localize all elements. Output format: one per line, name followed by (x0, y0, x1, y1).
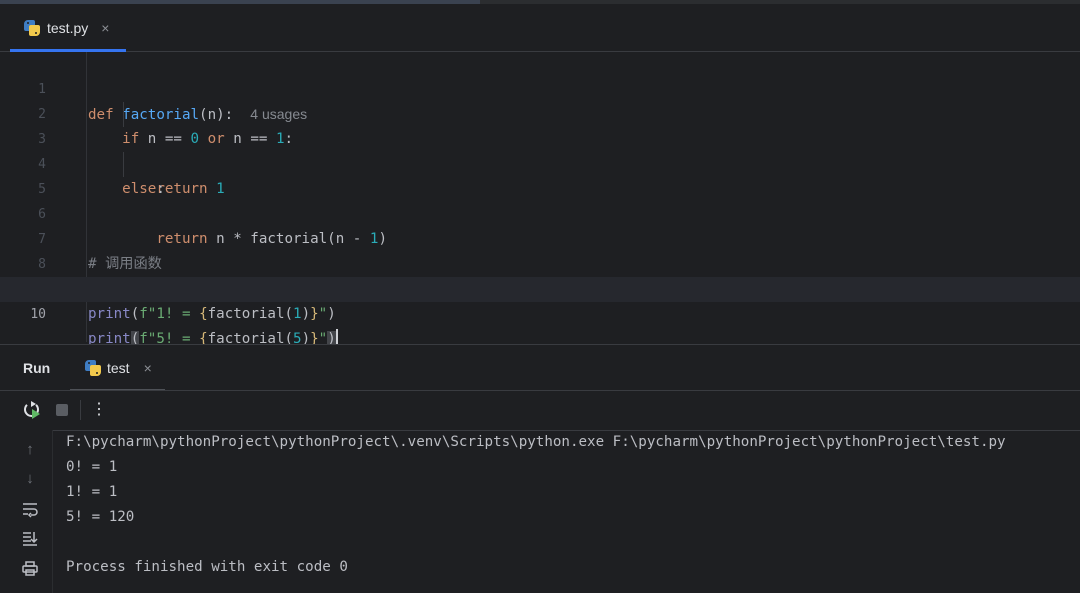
line-number: 10 (30, 307, 46, 322)
rerun-icon[interactable] (23, 401, 41, 419)
console-output-line: 5! = 120 (66, 509, 135, 525)
print-icon[interactable] (21, 559, 39, 577)
indent-guide (123, 102, 124, 127)
more-vertical-icon[interactable]: ⋮ (90, 401, 108, 419)
code-line[interactable]: 9 print(f"1! = {factorial(1)}") (0, 252, 1080, 322)
code-line[interactable]: 7 # 调用函数 (0, 202, 1080, 272)
editor-tab-bar: test.py × (0, 4, 1080, 52)
console-exit-line: Process finished with exit code 0 (66, 559, 348, 575)
code-line[interactable]: 5 return n * factorial(n - 1) (0, 152, 1080, 247)
console-output-line: 1! = 1 (66, 484, 118, 500)
code-line[interactable]: 6 (0, 177, 1080, 222)
run-tool-window-title: Run (23, 360, 51, 376)
console-command-line: F:\pycharm\pythonProject\pythonProject\.… (66, 434, 1006, 450)
editor-tab-test-py[interactable]: test.py × (10, 4, 126, 52)
python-run-config-icon (85, 360, 101, 376)
console-side-toolbar: ↑ ↓ (0, 430, 53, 593)
close-icon[interactable]: × (101, 20, 109, 36)
run-toolbar: ⋮ (0, 390, 1080, 431)
code-line-current[interactable]: 10 print(f"5! = {factorial(5)}") (0, 277, 1080, 347)
indent-guide (123, 152, 124, 177)
console-output[interactable]: F:\pycharm\pythonProject\pythonProject\.… (66, 430, 1076, 593)
scroll-to-end-icon[interactable] (21, 529, 39, 547)
close-icon[interactable]: × (144, 360, 152, 376)
code-line[interactable]: 3 return 1 (0, 102, 1080, 197)
arrow-down-icon[interactable]: ↓ (21, 470, 39, 488)
run-tool-window-header: Run test × (0, 344, 1080, 391)
code-line[interactable]: 8 print(f"0! = {factorial(0)}") (0, 227, 1080, 297)
code-text: print(f"1! = {factorial(1)}") (88, 306, 336, 322)
toolbar-separator (80, 400, 81, 420)
code-line[interactable]: 2 if n == 0 or n == 1: (0, 77, 1080, 147)
python-file-icon (24, 19, 40, 36)
soft-wrap-icon[interactable] (21, 500, 39, 518)
run-tab-label: test (107, 360, 130, 376)
arrow-up-icon[interactable]: ↑ (21, 441, 39, 459)
code-line[interactable]: 4 else: (0, 127, 1080, 197)
code-editor[interactable]: 1 def factorial(n): 4 usages 2 if n == 0… (0, 52, 1080, 347)
stop-icon[interactable] (54, 401, 72, 419)
run-tab-test[interactable]: test × (70, 345, 165, 391)
editor-tab-label: test.py (47, 19, 89, 36)
code-line[interactable]: 1 def factorial(n): 4 usages (0, 52, 1080, 123)
console-output-line: 0! = 1 (66, 459, 118, 475)
